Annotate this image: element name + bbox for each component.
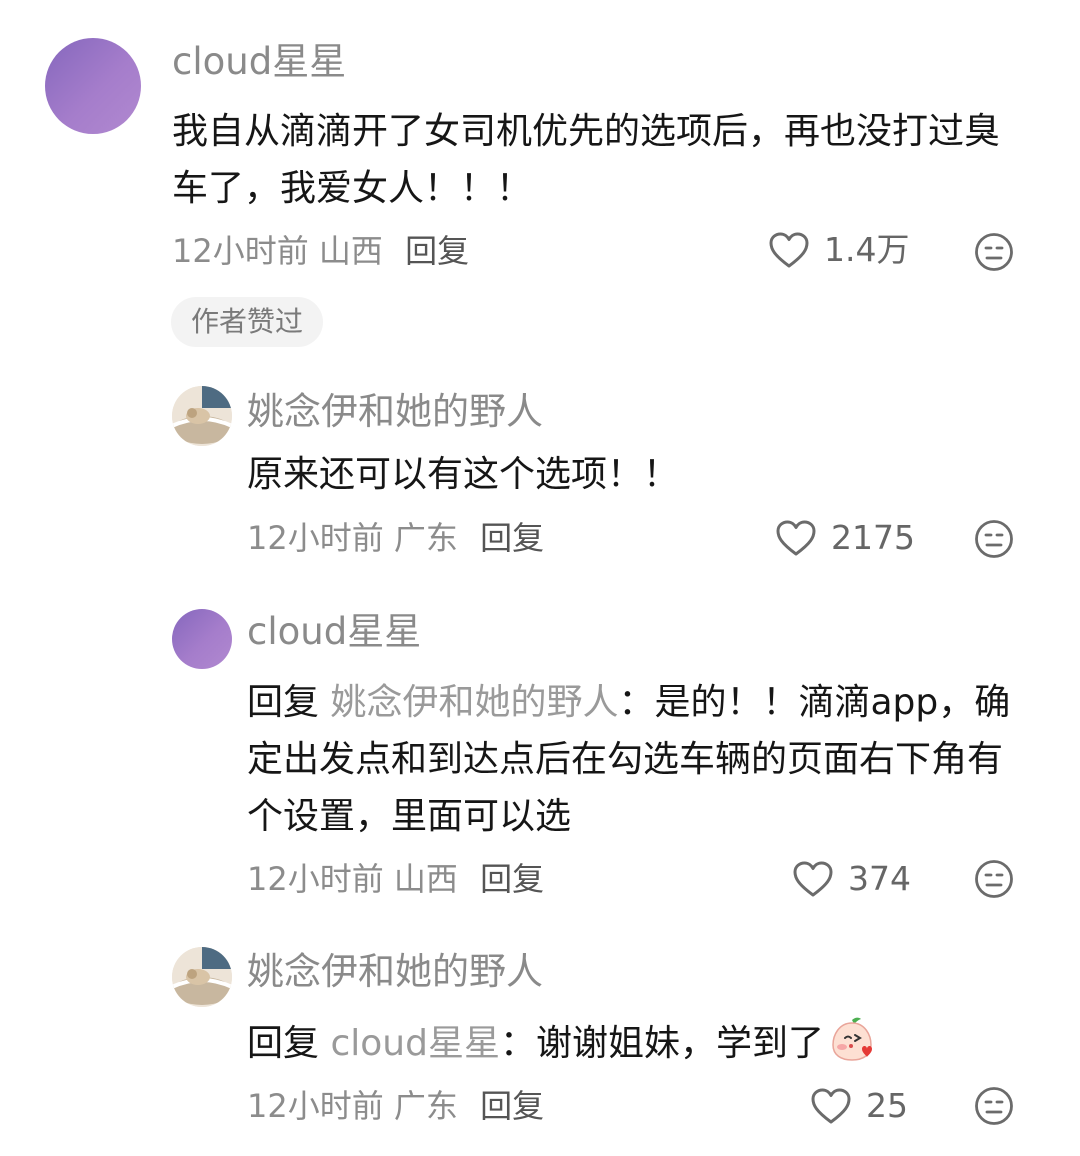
comment-username[interactable]: 姚念伊和她的野人 [247,390,543,434]
comment-text: 回复 姚念伊和她的野人：是的！！滴滴app，确定出发点和到达点后在勾选车辆的页面… [247,674,1037,845]
avatar[interactable] [172,386,232,446]
comment-location: 山西 [393,860,458,898]
comment-text: 我自从滴滴开了女司机优先的选项后，再也没打过臭车了，我爱女人！！！ [172,111,1001,209]
reply-separator: ： [618,682,655,723]
like-button[interactable]: 1.4万 [768,230,909,270]
meh-face-icon[interactable] [974,1086,1014,1126]
reply-button[interactable]: 回复 [480,860,544,898]
meh-face-icon[interactable] [974,232,1014,272]
comment-username[interactable]: cloud星星 [172,40,346,84]
avatar[interactable] [45,38,141,134]
like-count: 1.4万 [824,230,910,269]
comment-text: 回复 cloud星星：谢谢姐妹，学到了 [247,1015,1037,1072]
reply-comment: cloud星星 回复 姚念伊和她的野人：是的！！滴滴app，确定出发点和到达点后… [0,595,1080,915]
like-count: 25 [866,1086,908,1125]
comment-meta: 12小时前 广东 回复 [247,518,544,558]
comment-meta: 12小时前 广东 回复 [247,1086,544,1126]
reply-to-user[interactable]: 姚念伊和她的野人 [330,682,618,723]
reply-comment: 姚念伊和她的野人 原来还可以有这个选项！！ 12小时前 广东 回复 2175 [0,370,1080,580]
comment-meta: 12小时前 山西 回复 [172,231,469,271]
reply-button[interactable]: 回复 [480,519,544,557]
avatar[interactable] [172,947,232,1007]
reply-prefix: 回复 [247,682,320,723]
comment-username[interactable]: cloud星星 [247,610,421,654]
heart-outline-icon [811,1088,851,1124]
reply-to-user[interactable]: cloud星星 [330,1023,500,1064]
reply-button[interactable]: 回复 [480,1087,544,1125]
reply-prefix: 回复 [247,1023,320,1064]
reply-separator: ： [499,1023,536,1064]
comment-time: 12小时前 [247,519,384,557]
comment-time: 12小时前 [172,232,309,270]
author-liked-badge: 作者赞过 [171,297,324,347]
heart-outline-icon [776,520,816,556]
avatar[interactable] [172,609,232,669]
comment-text: 原来还可以有这个选项！！ [247,454,680,495]
like-button[interactable]: 2175 [775,518,915,558]
like-count: 2175 [831,518,915,557]
comment-time: 12小时前 [247,1087,384,1125]
reply-body: 谢谢姐妹，学到了 [535,1023,824,1064]
comment-meta: 12小时前 山西 回复 [247,859,544,899]
meh-face-icon[interactable] [974,859,1014,899]
heart-outline-icon [793,861,833,897]
peach-kiss-emoji-icon [832,1017,872,1061]
cat-photo-image [172,947,232,1007]
comment-location: 广东 [393,519,458,557]
cat-photo-image [172,386,232,446]
comment-location: 广东 [393,1087,458,1125]
comment-location: 山西 [318,232,383,270]
like-button[interactable]: 374 [792,859,911,899]
comment-time: 12小时前 [247,860,384,898]
like-count: 374 [848,859,911,898]
heart-outline-icon [769,232,809,268]
comment-username[interactable]: 姚念伊和她的野人 [247,950,543,994]
comment: cloud星星 我自从滴滴开了女司机优先的选项后，再也没打过臭车了，我爱女人！！… [0,0,1080,360]
reply-button[interactable]: 回复 [405,232,469,270]
like-button[interactable]: 25 [810,1086,908,1126]
meh-face-icon[interactable] [974,519,1014,559]
reply-comment: 姚念伊和她的野人 回复 cloud星星：谢谢姐妹，学到了 12小时前 广东 回复… [0,935,1080,1150]
